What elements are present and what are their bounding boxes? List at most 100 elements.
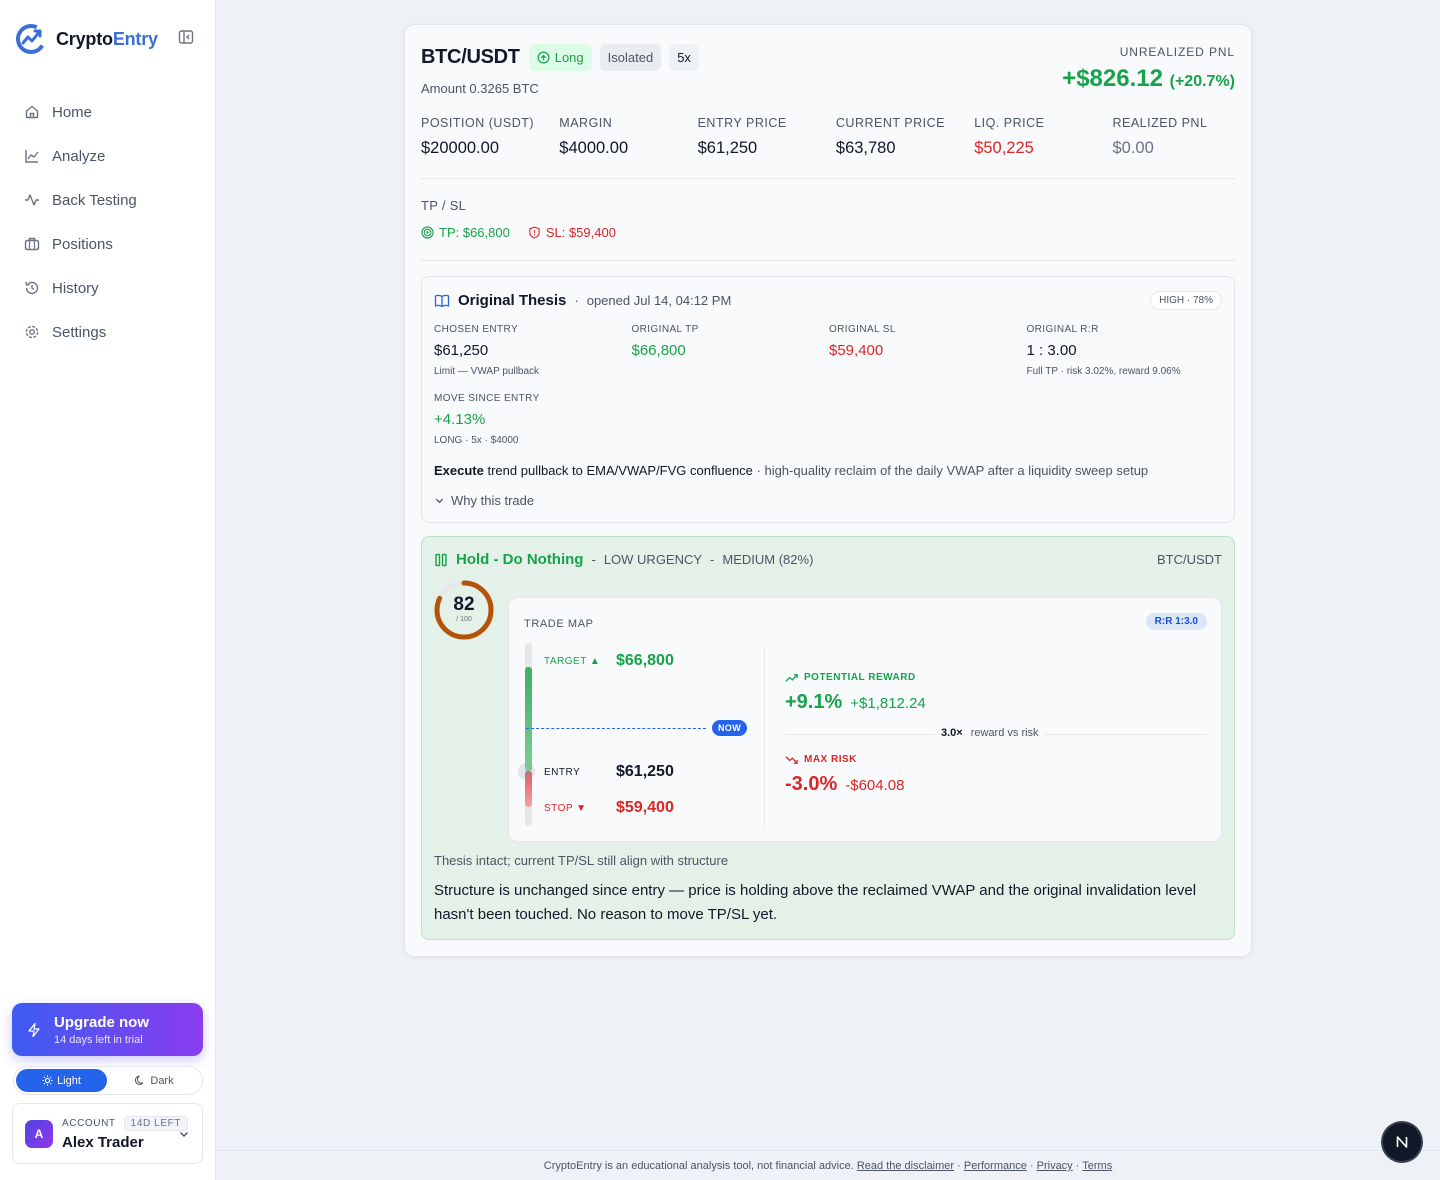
sidebar-item-label: Back Testing xyxy=(52,191,137,209)
footer-link-privacy[interactable]: Privacy xyxy=(1037,1160,1073,1172)
shield-icon xyxy=(528,226,541,239)
position-amount: Amount 0.3265 BTC xyxy=(421,81,539,96)
upgrade-button[interactable]: Upgrade now 14 days left in trial xyxy=(12,1003,203,1056)
reward-risk-ratio: 3.0× reward vs risk xyxy=(785,727,1207,741)
nextjs-dev-button[interactable] xyxy=(1383,1123,1421,1161)
trending-up-icon xyxy=(785,673,798,683)
account-menu[interactable]: A ACCOUNT 14D LEFT Alex Trader xyxy=(12,1103,203,1164)
sidebar-item-label: Home xyxy=(52,103,93,121)
footer-link-terms[interactable]: Terms xyxy=(1082,1160,1112,1172)
avatar: A xyxy=(25,1119,53,1148)
recommendation-pair: BTC/USDT xyxy=(1157,552,1222,567)
thesis-opened: opened Jul 14, 04:12 PM xyxy=(586,293,732,308)
trade-map: TRADE MAP R:R 1:3.0 NOW TARGET ▲ $66,800… xyxy=(508,597,1222,842)
sidebar-item-back-testing[interactable]: Back Testing xyxy=(12,178,204,222)
chevron-down-icon xyxy=(434,495,445,506)
theme-toggle: Light Dark xyxy=(13,1066,203,1095)
account-name: Alex Trader xyxy=(62,1134,144,1151)
moon-icon xyxy=(135,1075,146,1086)
arrow-up-circle-icon xyxy=(537,51,550,64)
current-price-line xyxy=(526,728,706,729)
recommendation-header: Hold - Do Nothing - LOW URGENCY - MEDIUM… xyxy=(434,551,813,568)
sun-icon xyxy=(42,1075,53,1086)
tpsl-values: TP: $66,800 SL: $59,400 xyxy=(421,225,616,240)
thesis-move-since-entry: MOVE SINCE ENTRY +4.13% LONG · 5x · $400… xyxy=(434,393,540,446)
thesis-original-rr: ORIGINAL R:R 1 : 3.00 Full TP · risk 3.0… xyxy=(1026,324,1181,377)
brand-logo[interactable]: CryptoEntry xyxy=(14,22,158,56)
activity-icon xyxy=(24,192,40,208)
gear-icon xyxy=(24,324,40,340)
sidebar-collapse-icon[interactable] xyxy=(178,29,194,45)
briefcase-icon xyxy=(24,236,40,252)
thesis-original-sl: ORIGINAL SL $59,400 xyxy=(829,324,896,359)
confidence-badge: HIGH · 78% xyxy=(1150,291,1222,310)
leverage-badge: 5x xyxy=(669,44,699,71)
pause-icon xyxy=(434,553,448,567)
pair-name: BTC/USDT xyxy=(421,46,520,68)
chevron-down-icon xyxy=(178,1128,190,1140)
footer-link-disclaimer[interactable]: Read the disclaimer xyxy=(857,1160,954,1172)
n-logo-icon xyxy=(1394,1134,1410,1150)
target-level: TARGET ▲ $66,800 xyxy=(544,652,674,669)
sidebar-item-history[interactable]: History xyxy=(12,266,204,310)
upgrade-subtitle: 14 days left in trial xyxy=(54,1033,143,1046)
position-stats: POSITION (USDT) $20000.00 MARGIN $4000.00 … xyxy=(421,116,1251,158)
side-badge: Long xyxy=(528,44,592,71)
max-risk: MAX RISK -3.0% -$604.08 xyxy=(785,754,905,795)
stat-realized-pnl: REALIZED PNL $0.00 xyxy=(1112,116,1208,157)
take-profit: TP: $66,800 xyxy=(421,225,510,240)
sidebar-item-label: Settings xyxy=(52,323,107,341)
sidebar-item-settings[interactable]: Settings xyxy=(12,310,204,354)
footer: CryptoEntry is an educational analysis t… xyxy=(216,1150,1440,1180)
thesis-header: Original Thesis · opened Jul 14, 04:12 P… xyxy=(434,292,731,309)
stat-position: POSITION (USDT) $20000.00 xyxy=(421,116,535,157)
theme-light-button[interactable]: Light xyxy=(16,1069,107,1092)
stat-margin: MARGIN $4000.00 xyxy=(559,116,629,157)
rr-badge: R:R 1:3.0 xyxy=(1145,613,1207,630)
thesis-grid: CHOSEN ENTRY $61,250 Limit — VWAP pullba… xyxy=(434,324,1224,377)
entry-level: ENTRY $61,250 xyxy=(544,763,674,780)
divider xyxy=(764,648,765,826)
theme-dark-button[interactable]: Dark xyxy=(109,1069,200,1092)
recommendation-description: Structure is unchanged since entry — pri… xyxy=(434,882,1197,923)
account-label: ACCOUNT xyxy=(62,1118,116,1129)
unrealized-pnl: UNREALIZED PNL +$826.12 (+20.7%) xyxy=(1062,45,1235,93)
recommendation-note: Thesis intact; current TP/SL still align… xyxy=(434,853,729,868)
theme-light-label: Light xyxy=(57,1074,81,1087)
sidebar-item-positions[interactable]: Positions xyxy=(12,222,204,266)
lightning-icon xyxy=(26,1022,42,1038)
unrealized-pnl-value: +$826.12 xyxy=(1062,65,1163,92)
target-icon xyxy=(421,226,434,239)
home-icon xyxy=(24,104,40,120)
stop-level: STOP ▼ $59,400 xyxy=(544,799,674,816)
side-label: Long xyxy=(554,50,584,65)
sidebar-item-analyze[interactable]: Analyze xyxy=(12,134,204,178)
logo-icon xyxy=(14,22,48,56)
sidebar: CryptoEntry Home Analyze Back Testing Po… xyxy=(0,0,216,1180)
footer-link-performance[interactable]: Performance xyxy=(964,1160,1027,1172)
thesis-original-tp: ORIGINAL TP $66,800 xyxy=(631,324,699,359)
original-thesis-panel: Original Thesis · opened Jul 14, 04:12 P… xyxy=(421,276,1235,523)
divider xyxy=(421,178,1235,179)
position-card: BTC/USDT Long Isolated 5x Amount 0.3265 … xyxy=(404,24,1252,957)
now-badge: NOW xyxy=(712,720,748,736)
stat-current-price: CURRENT PRICE $63,780 xyxy=(835,116,945,157)
potential-reward: POTENTIAL REWARD +9.1% +$1,812.24 xyxy=(785,672,926,713)
entry-marker xyxy=(518,763,535,780)
trade-map-label: TRADE MAP xyxy=(524,618,594,630)
recommendation-panel: Hold - Do Nothing - LOW URGENCY - MEDIUM… xyxy=(421,536,1235,940)
thesis-summary: Execute trend pullback to EMA/VWAP/FVG c… xyxy=(434,463,1149,478)
thesis-chosen-entry: CHOSEN ENTRY $61,250 Limit — VWAP pullba… xyxy=(434,324,540,377)
margin-mode-badge: Isolated xyxy=(599,44,662,71)
score-gauge: 82 / 100 xyxy=(433,579,495,641)
confidence-label: MEDIUM (82%) xyxy=(722,552,814,567)
history-icon xyxy=(24,280,40,296)
tpsl-label: TP / SL xyxy=(421,198,467,213)
sidebar-item-home[interactable]: Home xyxy=(12,90,204,134)
why-this-trade-toggle[interactable]: Why this trade xyxy=(434,493,534,508)
thesis-title: Original Thesis xyxy=(458,292,567,309)
stop-loss: SL: $59,400 xyxy=(528,225,616,240)
score-value: 82 xyxy=(453,594,475,615)
brand-name: CryptoEntry xyxy=(56,28,158,49)
position-header: BTC/USDT Long Isolated 5x xyxy=(421,44,699,71)
